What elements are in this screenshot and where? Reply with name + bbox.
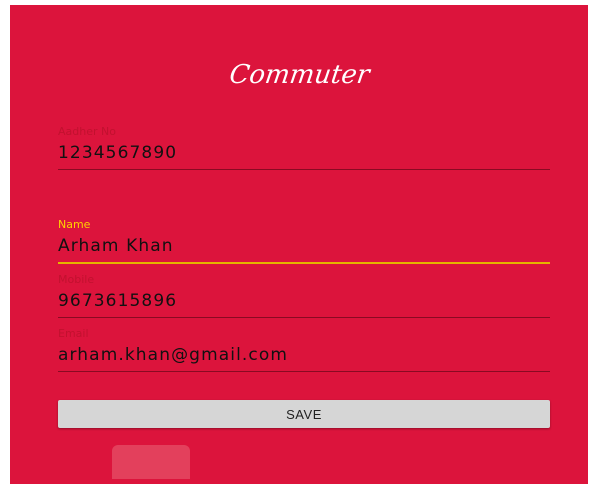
bottom-tab-fragment xyxy=(112,445,190,479)
aadhar-input[interactable]: 1234567890 xyxy=(58,143,550,163)
email-label: Email xyxy=(58,327,89,340)
name-field[interactable]: Name Arham Khan xyxy=(58,218,550,264)
mobile-input[interactable]: 9673615896 xyxy=(58,291,550,311)
app-screen: Commuter Aadher No 1234567890 Name Arham… xyxy=(10,5,588,484)
email-input[interactable]: arham.khan@gmail.com xyxy=(58,345,550,365)
name-underline xyxy=(58,262,550,264)
name-input[interactable]: Arham Khan xyxy=(58,236,550,256)
mobile-underline xyxy=(58,317,550,318)
mobile-label: Mobile xyxy=(58,273,95,286)
commuter-logo: Commuter xyxy=(227,60,372,90)
name-label: Name xyxy=(58,218,91,231)
aadhar-label: Aadher No xyxy=(58,125,116,138)
logo-text: Commuter xyxy=(227,60,372,90)
email-underline xyxy=(58,371,550,372)
save-button[interactable]: SAVE xyxy=(58,400,550,428)
aadhar-underline xyxy=(58,169,550,170)
mobile-field[interactable]: Mobile 9673615896 xyxy=(58,273,550,318)
email-field[interactable]: Email arham.khan@gmail.com xyxy=(58,327,550,372)
aadhar-field[interactable]: Aadher No 1234567890 xyxy=(58,125,550,170)
